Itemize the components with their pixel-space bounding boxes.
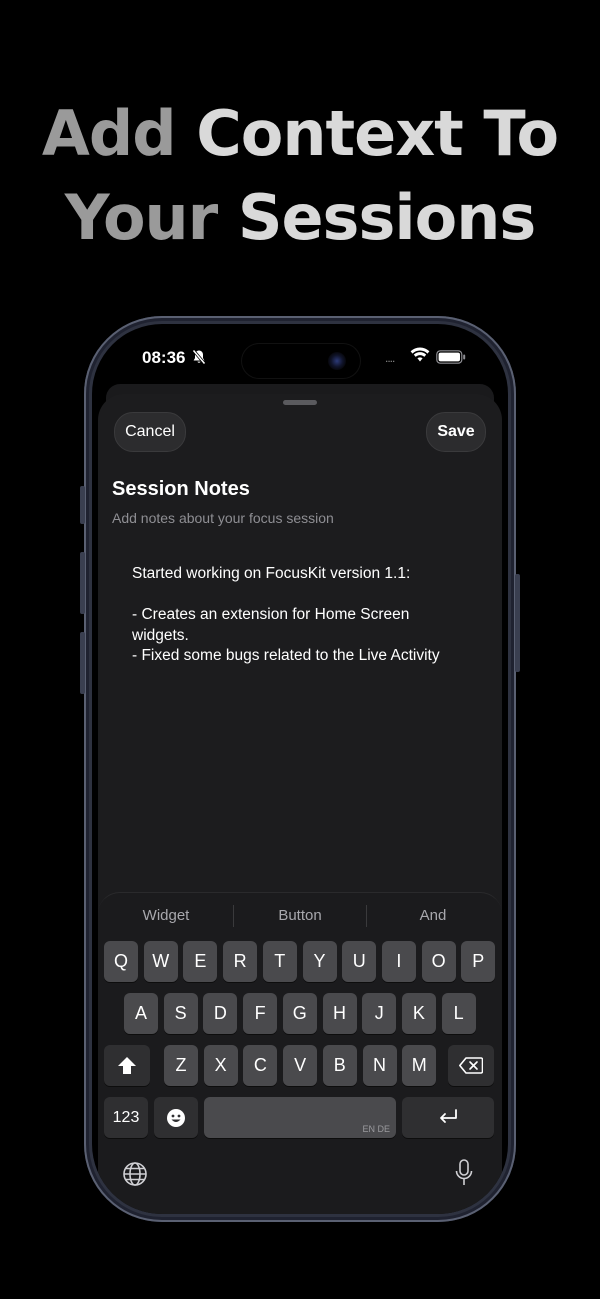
notes-line: Started working on FocusKit version 1.1: <box>132 565 411 582</box>
suggestion-button[interactable]: Button <box>240 903 360 929</box>
notes-line: - Creates an extension for Home Screen <box>132 606 410 623</box>
key-r[interactable]: R <box>223 941 258 982</box>
headline-word-context: Context To <box>196 97 559 170</box>
sheet-subtitle: Add notes about your focus session <box>112 510 334 526</box>
cancel-button[interactable]: Cancel <box>114 412 186 452</box>
notes-line: widgets. <box>132 626 189 644</box>
key-k[interactable]: K <box>401 993 436 1034</box>
key-z[interactable]: Z <box>164 1045 198 1086</box>
camera-icon <box>328 352 346 370</box>
keyboard: Widget Button And QWERTYUIOP ASDFGHJKL Z… <box>98 892 502 1214</box>
return-icon <box>440 1109 457 1123</box>
headline-word-your: Your <box>64 181 219 254</box>
backspace-key[interactable] <box>448 1045 494 1086</box>
cellular-signal: .... <box>385 351 395 365</box>
save-button[interactable]: Save <box>426 412 486 452</box>
shift-icon <box>118 1057 136 1074</box>
key-t[interactable]: T <box>262 941 297 982</box>
key-m[interactable]: M <box>402 1045 437 1086</box>
status-time: 08:36 <box>142 348 186 367</box>
sheet-grabber[interactable] <box>283 400 317 405</box>
key-f[interactable]: F <box>243 993 278 1034</box>
action-button <box>80 486 85 524</box>
space-language-label: EN DE <box>362 1124 390 1134</box>
notes-line: - Fixed some bugs related to the Live Ac… <box>132 647 440 664</box>
key-e[interactable]: E <box>183 941 218 982</box>
key-d[interactable]: D <box>203 993 238 1034</box>
power-button <box>515 574 520 672</box>
suggestion-divider <box>366 905 367 927</box>
backspace-icon <box>459 1057 483 1074</box>
volume-down-button <box>80 632 85 694</box>
key-h[interactable]: H <box>322 993 357 1034</box>
headline: Add Context To Your Sessions <box>0 92 600 260</box>
sheet-title: Session Notes <box>112 478 250 500</box>
key-s[interactable]: S <box>163 993 198 1034</box>
notes-line <box>132 585 472 606</box>
key-w[interactable]: W <box>143 941 178 982</box>
wifi-icon <box>410 347 430 362</box>
numbers-key[interactable]: 123 <box>104 1097 148 1138</box>
headline-word-add: Add <box>41 97 177 170</box>
suggestion-widget[interactable]: Widget <box>106 903 226 929</box>
volume-up-button <box>80 552 85 614</box>
headline-word-sessions: Sessions <box>237 181 536 254</box>
key-n[interactable]: N <box>362 1045 397 1086</box>
key-b[interactable]: B <box>322 1045 357 1086</box>
key-v[interactable]: V <box>283 1045 318 1086</box>
key-a[interactable]: A <box>124 993 158 1034</box>
emoji-icon <box>167 1109 185 1127</box>
key-j[interactable]: J <box>362 993 397 1034</box>
key-o[interactable]: O <box>421 941 456 982</box>
globe-icon[interactable] <box>122 1161 148 1187</box>
key-q[interactable]: Q <box>104 941 138 982</box>
space-bar[interactable]: EN DE <box>204 1097 396 1138</box>
emoji-key[interactable] <box>154 1097 198 1138</box>
return-key[interactable] <box>402 1097 494 1138</box>
suggestion-divider <box>233 905 234 927</box>
key-y[interactable]: Y <box>302 941 337 982</box>
notes-text-editor[interactable]: Started working on FocusKit version 1.1:… <box>132 564 472 667</box>
key-c[interactable]: C <box>243 1045 278 1086</box>
key-u[interactable]: U <box>342 941 377 982</box>
key-l[interactable]: L <box>441 993 476 1034</box>
suggestion-and[interactable]: And <box>373 903 493 929</box>
phone-screen: 08:36 .... Cancel Save Session Notes Add… <box>92 324 508 1214</box>
key-i[interactable]: I <box>381 941 416 982</box>
key-x[interactable]: X <box>203 1045 238 1086</box>
key-g[interactable]: G <box>282 993 317 1034</box>
battery-icon <box>436 350 466 364</box>
key-p[interactable]: P <box>461 941 496 982</box>
bell-slash-icon <box>192 349 206 365</box>
status-bar: 08:36 .... <box>92 344 508 378</box>
shift-key[interactable] <box>104 1045 150 1086</box>
microphone-icon[interactable] <box>455 1159 473 1187</box>
